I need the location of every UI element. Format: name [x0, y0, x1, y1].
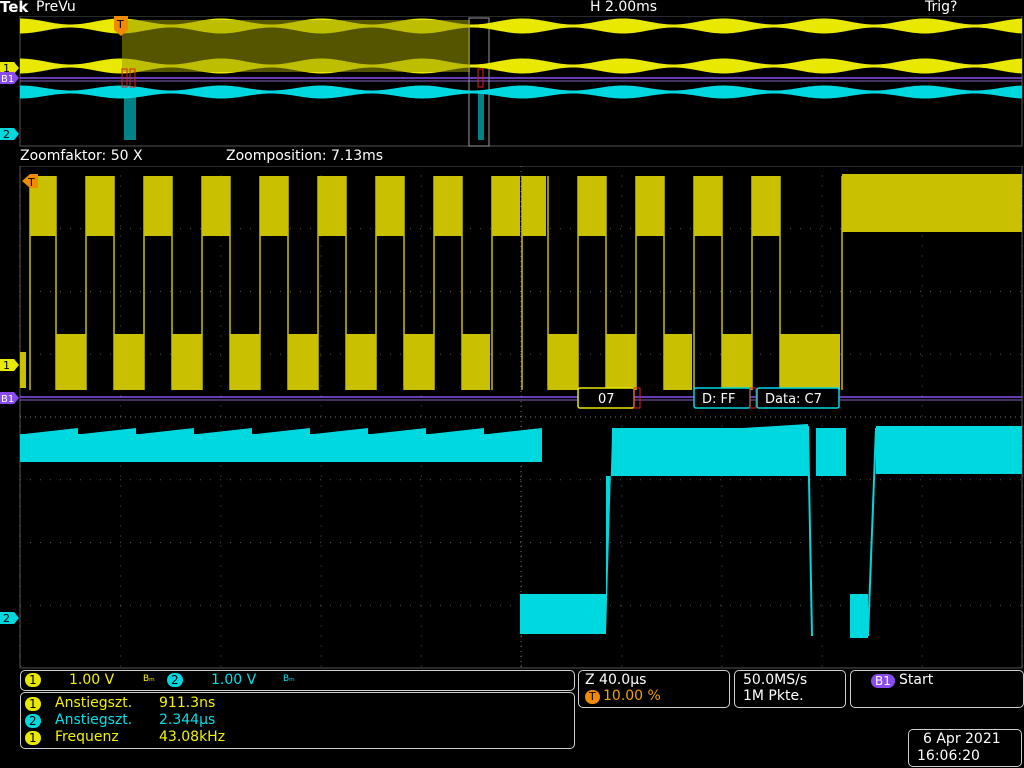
- trigger-position-percent: 10.00 %: [603, 688, 661, 704]
- measurement-value: 911.3ns: [159, 695, 216, 711]
- measurement-value: 2.344µs: [159, 712, 216, 728]
- decode-packet-address[interactable]: D: FF: [693, 387, 751, 409]
- zoom-timebase: Z 40.0µs: [585, 672, 647, 688]
- brand-logo: Tek: [0, 0, 29, 16]
- trigger-condition: Start: [899, 672, 934, 688]
- svg-text:B1: B1: [1, 74, 14, 85]
- decode-packet-07[interactable]: 07: [577, 387, 635, 409]
- ch1-badge[interactable]: 1: [25, 673, 41, 687]
- top-status-bar: Tek PreVu H 2.00ms Trig?: [0, 0, 1024, 16]
- svg-text:2: 2: [3, 612, 10, 625]
- zoom-position: Zoomposition: 7.13ms: [226, 148, 384, 164]
- horizontal-scale[interactable]: H 2.00ms: [590, 0, 657, 15]
- ch2-badge[interactable]: 2: [167, 673, 183, 687]
- record-length: 1M Pkte.: [743, 688, 804, 704]
- display-mode: PreVu: [36, 0, 76, 15]
- zoom-factor: Zoomfaktor: 50 X: [20, 148, 143, 164]
- svg-text:2: 2: [3, 128, 10, 141]
- trigger-position-icon: T: [585, 690, 600, 704]
- overview-waveform-panel[interactable]: 1 B1 2 T: [0, 16, 1024, 148]
- ch1-scale[interactable]: 1.00 V: [69, 672, 114, 688]
- ch2-scale[interactable]: 1.00 V: [211, 672, 256, 688]
- datetime-box: 6 Apr 2021 16:06:20: [908, 729, 1022, 767]
- bus-marker[interactable]: B1: [0, 392, 19, 405]
- channel-scale-box[interactable]: 1 1.00 V Bₘ 2 1.00 V Bₘ: [20, 670, 575, 691]
- measurement-channel-badge: 2: [25, 714, 41, 728]
- svg-text:Data: C7: Data: C7: [765, 392, 822, 407]
- ch2-bandwidth-icon: Bₘ: [283, 674, 295, 684]
- overview-ch2-marker[interactable]: 2: [0, 128, 19, 141]
- ch1-ground-marker[interactable]: 1: [0, 359, 19, 372]
- svg-text:1: 1: [3, 359, 10, 372]
- zoom-waveform-panel[interactable]: 07 D: FF Data: C7 T 1 B1 2: [0, 166, 1024, 670]
- ch1-bandwidth-icon: Bₘ: [143, 674, 155, 684]
- measurement-channel-badge: 1: [25, 731, 41, 745]
- svg-text:T: T: [27, 176, 35, 189]
- trigger-status: Trig?: [925, 0, 958, 15]
- svg-text:B1: B1: [1, 394, 14, 405]
- ch2-ground-marker[interactable]: 2: [0, 612, 19, 625]
- measurement-channel-badge: 1: [25, 697, 41, 711]
- trigger-bus-badge: B1: [871, 674, 895, 688]
- svg-text:D: FF: D: FF: [702, 392, 735, 407]
- measurement-name: Frequenz: [55, 729, 119, 745]
- measurements-box[interactable]: 1 Anstiegszt. 911.3ns 2 Anstiegszt. 2.344µs 1 F…: [20, 692, 575, 749]
- time: 16:06:20: [917, 748, 980, 764]
- overview-bus-marker[interactable]: B1: [0, 72, 19, 85]
- measurement-name: Anstiegszt.: [55, 695, 133, 711]
- decode-packet-data[interactable]: Data: C7: [756, 387, 840, 409]
- acquisition-box[interactable]: 50.0MS/s 1M Pkte.: [734, 670, 846, 708]
- sample-rate: 50.0MS/s: [743, 672, 808, 688]
- measurement-value: 43.08kHz: [159, 729, 226, 745]
- date: 6 Apr 2021: [923, 731, 1001, 747]
- trigger-box[interactable]: B1 Start: [850, 670, 1024, 708]
- zoom-timebase-box[interactable]: Z 40.0µs T 10.00 %: [578, 670, 730, 708]
- measurement-name: Anstiegszt.: [55, 712, 133, 728]
- svg-text:T: T: [116, 18, 124, 31]
- svg-text:07: 07: [598, 392, 615, 407]
- zoom-info-bar: Zoomfaktor: 50 X Zoomposition: 7.13ms: [20, 148, 1024, 166]
